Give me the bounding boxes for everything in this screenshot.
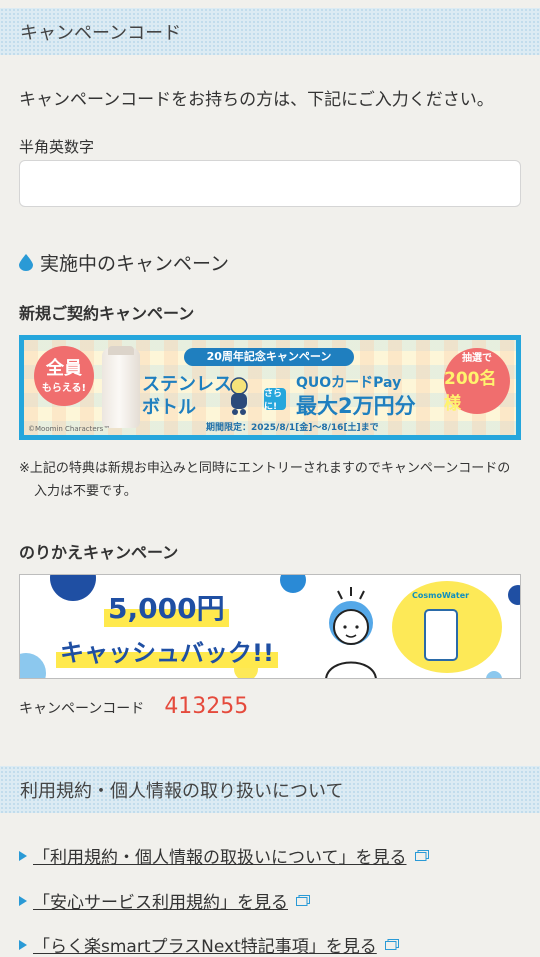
- external-window-icon: [414, 850, 429, 861]
- cosmowater-logo: CosmoWater: [412, 591, 470, 600]
- decor-dot: [50, 575, 96, 601]
- anniversary-label: 20周年記念キャンペーン: [184, 348, 354, 366]
- stainless-bottle-image: [102, 346, 140, 428]
- moomin-character-illustration: [230, 377, 248, 415]
- item-line2: ボトル: [142, 397, 196, 418]
- campaign-period: 期間限定：2025/8/1[金]〜8/16[土]まで: [206, 423, 379, 433]
- active-campaigns-heading: 実施中のキャンペーン: [19, 249, 229, 276]
- water-server-icon: [424, 609, 458, 661]
- code-value: 413255: [164, 694, 249, 719]
- lottery-count: 200名様: [444, 368, 497, 414]
- new-contract-campaign-title: 新規ご契約キャンペーン: [19, 304, 195, 323]
- decor-dot: [280, 575, 306, 593]
- copyright-text: ©Moomin Characters™: [28, 425, 111, 433]
- terms-link-privacy[interactable]: 「利用規約・個人情報の取扱いについて」を見る: [19, 843, 429, 868]
- quo-card-label: QUOカードPay: [296, 375, 402, 391]
- new-contract-campaign-banner[interactable]: 全員 もらえる! 20周年記念キャンペーン ステンレス ボトル さらに! QUO…: [19, 335, 521, 440]
- terms-link-safety-service[interactable]: 「安心サービス利用規約」を見る: [19, 888, 310, 913]
- badge-small-text: もらえる!: [41, 382, 87, 394]
- campaign-code-intro: キャンペーンコードをお持ちの方は、下記にご入力ください。: [19, 90, 494, 110]
- lottery-label: 抽選で: [462, 352, 492, 364]
- plus-badge: さらに!: [264, 388, 286, 412]
- badge-big-text: 全員: [46, 357, 82, 379]
- lottery-badge: 抽選で 200名様: [444, 348, 510, 414]
- external-window-icon: [296, 895, 310, 906]
- campaign-code-heading: キャンペーンコード: [0, 8, 540, 55]
- switch-campaign-banner[interactable]: 5,000円 キャッシュバック!! CosmoWater: [19, 574, 521, 679]
- cashback-amount: 5,000円: [104, 587, 229, 627]
- link-text[interactable]: 「利用規約・個人情報の取扱いについて」を見る: [33, 843, 407, 868]
- terms-heading: 利用規約・個人情報の取り扱いについて: [0, 766, 540, 813]
- active-campaigns-label: 実施中のキャンペーン: [40, 253, 230, 275]
- person-illustration: [325, 587, 377, 678]
- switch-campaign-code: キャンペーンコード 413255: [19, 694, 248, 719]
- decor-dot: [20, 653, 46, 678]
- triangle-bullet-icon: [19, 895, 27, 906]
- max-amount-label: 最大2万円分: [296, 394, 416, 418]
- code-label: キャンペーンコード: [19, 701, 145, 717]
- code-field-label: 半角英数字: [19, 138, 95, 156]
- decor-dot: [508, 585, 520, 605]
- campaign-note: ※上記の特典は新規お申込みと同時にエントリーされますのでキャンペーンコードの入力…: [19, 461, 511, 499]
- decor-dot: [486, 671, 502, 678]
- switch-campaign-title: のりかえキャンペーン: [19, 543, 179, 562]
- everyone-gets-badge: 全員 もらえる!: [34, 346, 94, 406]
- campaign-code-input[interactable]: [19, 160, 521, 207]
- link-text[interactable]: 「安心サービス利用規約」を見る: [33, 888, 288, 913]
- cashback-label: キャッシュバック!!: [56, 633, 278, 668]
- water-drop-icon: [19, 254, 33, 271]
- triangle-bullet-icon: [19, 850, 27, 861]
